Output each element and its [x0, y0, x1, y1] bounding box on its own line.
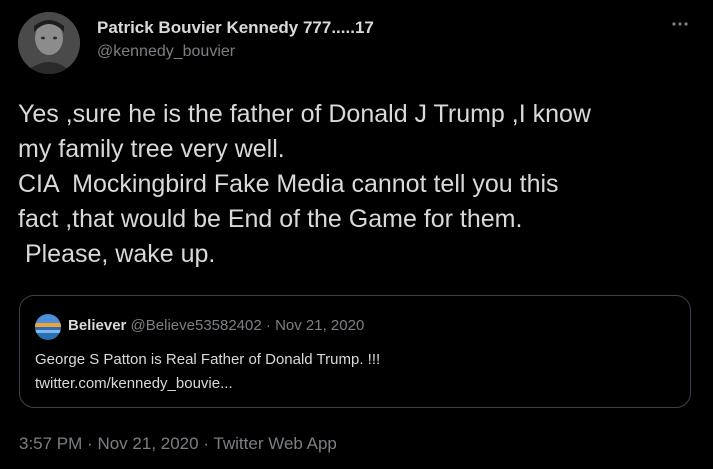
footer-separator: ·: [203, 434, 209, 453]
more-options-icon: [672, 22, 688, 26]
tweet: Patrick Bouvier Kennedy 777.....17 @kenn…: [0, 0, 713, 469]
tweet-text-line: CIA Mockingbird Fake Media cannot tell y…: [18, 170, 559, 198]
footer-separator: ·: [87, 434, 93, 453]
tweet-text-line: Please, wake up.: [18, 240, 216, 268]
profile-photo-icon: [18, 12, 80, 74]
tweet-time[interactable]: 3:57 PM: [19, 434, 82, 453]
quoted-tweet-card[interactable]: Believer @Believe53582402 · Nov 21, 2020…: [19, 295, 691, 408]
quote-avatar[interactable]: [35, 314, 61, 340]
tweet-footer: 3:57 PM · Nov 21, 2020 · Twitter Web App: [19, 434, 337, 454]
author-avatar[interactable]: [18, 12, 80, 74]
sunset-avatar-icon: [35, 314, 61, 340]
tweet-text-line: fact ,that would be End of the Game for …: [18, 205, 523, 233]
more-options-button[interactable]: [666, 14, 694, 34]
quote-text-line: George S Patton is Real Father of Donald…: [35, 351, 381, 368]
tweet-text: Yes ,sure he is the father of Donald J T…: [18, 97, 698, 272]
quote-author-handle[interactable]: @Believe53582402: [131, 317, 262, 334]
quote-body: George S Patton is Real Father of Donald…: [35, 348, 380, 396]
quote-separator: ·: [265, 317, 271, 334]
tweet-source[interactable]: Twitter Web App: [213, 434, 336, 453]
quote-date[interactable]: Nov 21, 2020: [275, 317, 364, 334]
author-handle[interactable]: @kennedy_bouvier: [97, 43, 235, 61]
quote-link[interactable]: twitter.com/kennedy_bouvie...: [35, 372, 380, 396]
tweet-date[interactable]: Nov 21, 2020: [97, 434, 198, 453]
quote-author-name[interactable]: Believer: [68, 317, 126, 334]
tweet-text-line: Yes ,sure he is the father of Donald J T…: [18, 100, 591, 128]
tweet-text-line: my family tree very well.: [18, 135, 285, 163]
quote-header: Believer @Believe53582402 · Nov 21, 2020: [68, 317, 364, 334]
author-name[interactable]: Patrick Bouvier Kennedy 777.....17: [97, 18, 374, 38]
